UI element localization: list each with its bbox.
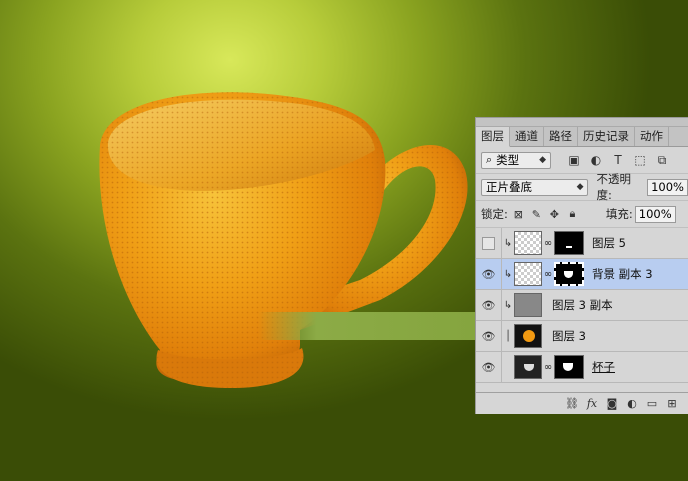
eye-icon: 👁︎ <box>481 360 496 374</box>
lock-transparent-icon[interactable]: ⊠ <box>511 208 526 221</box>
layer-name[interactable]: 图层 5 <box>592 235 626 251</box>
layer-mask-thumbnail[interactable] <box>554 262 584 286</box>
filter-kind-label: 类型 <box>496 153 520 167</box>
layer-thumbnail[interactable] <box>514 262 542 286</box>
layer-row[interactable]: 👁︎ ↳ 图层 3 副本 <box>476 289 688 321</box>
opacity-label: 不透明度: <box>596 172 631 202</box>
layer-name[interactable]: 杯子 <box>592 359 615 375</box>
layers-list: ↳ ∞ 图层 5 👁︎ ↳ ∞ 背景 副本 3 👁︎ ↳ 图层 3 副本 � <box>476 227 688 383</box>
add-mask-icon[interactable]: ◙ <box>602 397 622 410</box>
layer-thumbnail[interactable] <box>514 324 542 348</box>
adjustment-filter-icon[interactable]: ◐ <box>587 153 605 167</box>
olive-stripe-overlay <box>258 312 493 340</box>
fx-icon[interactable]: fx <box>582 397 602 410</box>
layer-name[interactable]: 图层 3 <box>552 328 586 344</box>
layers-panel: 图层 通道 路径 历史记录 动作 ⌕ 类型 ◆ ▣ ◐ T ⬚ ⧉ 正片叠底 ◆… <box>475 117 688 414</box>
layer-name[interactable]: 图层 3 副本 <box>552 297 613 313</box>
layer-mask-thumbnail[interactable] <box>554 355 584 379</box>
tab-paths[interactable]: 路径 <box>544 127 578 146</box>
eye-icon: 👁︎ <box>481 298 496 312</box>
type-filter-icon[interactable]: T <box>609 153 627 167</box>
image-filter-icon[interactable]: ▣ <box>565 153 583 167</box>
clipping-arrow-icon: ↳ <box>503 299 513 311</box>
new-layer-icon[interactable]: ⊞ <box>662 397 682 410</box>
layer-row[interactable]: 👁︎ ∞ 杯子 <box>476 351 688 383</box>
clipping-line-icon: │ <box>504 330 512 342</box>
layer-row[interactable]: 👁︎ │ 图层 3 <box>476 320 688 352</box>
opacity-input[interactable]: 100% <box>647 178 688 196</box>
tab-layers[interactable]: 图层 <box>476 127 510 147</box>
chevron-down-icon: ◆ <box>539 155 546 165</box>
panel-tabs: 图层 通道 路径 历史记录 动作 <box>476 127 688 147</box>
visibility-toggle[interactable] <box>476 227 502 259</box>
tab-channels[interactable]: 通道 <box>510 127 544 146</box>
panel-footer: ⛓ fx ◙ ◐ ▭ ⊞ <box>476 392 688 414</box>
new-group-folder-icon[interactable]: ▭ <box>642 397 662 410</box>
adjustment-layer-icon[interactable]: ◐ <box>622 397 642 410</box>
chevron-down-icon: ◆ <box>576 182 584 192</box>
blend-mode-value: 正片叠底 <box>486 180 532 194</box>
panel-grip[interactable] <box>476 118 688 127</box>
layer-thumbnail[interactable] <box>514 355 542 379</box>
layer-thumbnail[interactable] <box>514 293 542 317</box>
lock-label: 锁定: <box>481 207 508 221</box>
lock-image-brush-icon[interactable]: ✎ <box>529 208 544 221</box>
filter-row: ⌕ 类型 ◆ ▣ ◐ T ⬚ ⧉ <box>476 147 688 174</box>
link-chain-icon[interactable]: ∞ <box>542 269 554 280</box>
eye-icon: 👁︎ <box>481 329 496 343</box>
lock-all-icon[interactable]: 🔒︎ <box>565 207 580 221</box>
link-chain-icon[interactable]: ∞ <box>542 362 554 373</box>
visibility-toggle[interactable]: 👁︎ <box>476 258 502 290</box>
layer-row[interactable]: 👁︎ ↳ ∞ 背景 副本 3 <box>476 258 688 290</box>
clipping-arrow-icon: ↳ <box>503 268 513 280</box>
eye-icon: 👁︎ <box>481 267 496 281</box>
link-layers-icon[interactable]: ⛓ <box>562 397 582 410</box>
shape-filter-icon[interactable]: ⬚ <box>631 153 649 167</box>
layer-thumbnail[interactable] <box>514 231 542 255</box>
tab-history[interactable]: 历史记录 <box>578 127 635 146</box>
lock-row: 锁定: ⊠ ✎ ✥ 🔒︎ 填充: 100% <box>476 201 688 228</box>
hidden-eye-box-icon <box>482 237 495 250</box>
layer-filter-select[interactable]: ⌕ 类型 ◆ <box>481 151 551 169</box>
layer-name[interactable]: 背景 副本 3 <box>592 266 653 282</box>
link-chain-icon[interactable]: ∞ <box>542 238 554 249</box>
blend-row: 正片叠底 ◆ 不透明度: 100% <box>476 172 688 202</box>
blend-mode-select[interactable]: 正片叠底 ◆ <box>481 178 589 196</box>
search-icon: ⌕ <box>486 153 493 166</box>
lock-position-move-icon[interactable]: ✥ <box>547 208 562 221</box>
layer-row[interactable]: ↳ ∞ 图层 5 <box>476 227 688 259</box>
layer-mask-thumbnail[interactable] <box>554 231 584 255</box>
smart-object-filter-icon[interactable]: ⧉ <box>653 153 671 168</box>
fill-input[interactable]: 100% <box>634 205 676 223</box>
fill-label: 填充: <box>605 207 633 221</box>
visibility-toggle[interactable]: 👁︎ <box>476 289 502 321</box>
clipping-arrow-icon: ↳ <box>503 237 513 249</box>
visibility-toggle[interactable]: 👁︎ <box>476 320 502 352</box>
tab-actions[interactable]: 动作 <box>635 127 669 146</box>
visibility-toggle[interactable]: 👁︎ <box>476 351 502 383</box>
